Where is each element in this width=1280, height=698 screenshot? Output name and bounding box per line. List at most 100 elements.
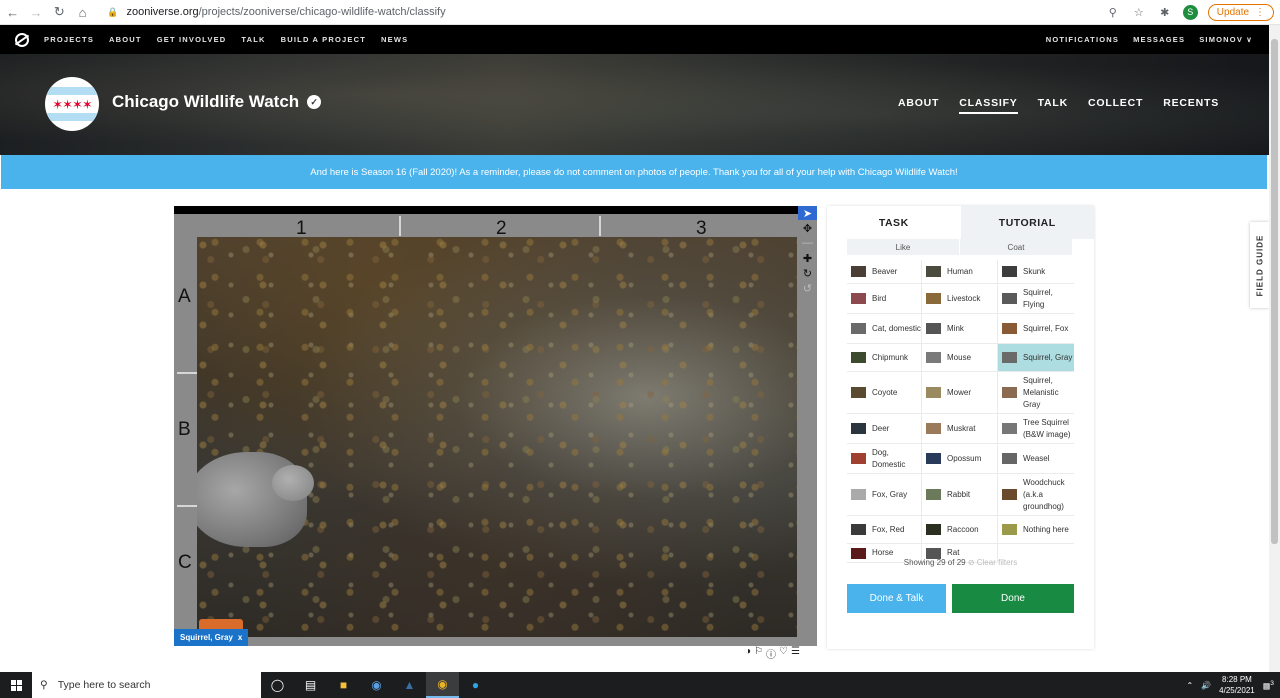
species-option[interactable]: Woodchuck (a.k.a groundhog) [998,474,1074,516]
page-scrollbar[interactable] [1269,25,1280,672]
nav-talk[interactable]: TALK [241,35,265,44]
nav-projects[interactable]: PROJECTS [44,35,94,44]
nav-notifications[interactable]: NOTIFICATIONS [1046,35,1119,44]
species-option[interactable]: Cat, domestic [847,314,922,344]
project-nav-about[interactable]: ABOUT [898,97,939,114]
home-icon[interactable]: ⌂ [72,1,93,23]
zoom-out-icon[interactable]: — [798,236,817,250]
project-nav-talk[interactable]: TALK [1038,97,1068,114]
species-option[interactable]: Mouse [922,344,998,372]
star-icon[interactable]: ☆ [1131,4,1147,20]
search-icon: ⚲ [40,679,48,691]
back-icon[interactable]: ← [2,1,23,23]
species-option[interactable]: Squirrel, Melanistic Gray [998,372,1074,414]
app-icon[interactable]: ◉ [360,672,393,698]
task-tabs: TASK TUTORIAL [827,206,1094,239]
invert-icon[interactable]: ◑ [745,646,751,661]
species-option[interactable]: Muskrat [922,414,998,444]
address-bar[interactable]: 🔒 zooniverse.org/projects/zooniverse/chi… [107,6,1105,18]
species-option[interactable]: Raccoon [922,516,998,544]
collect-icon[interactable]: ☰ [791,646,800,661]
species-option[interactable]: Deer [847,414,922,444]
species-option[interactable]: Coyote [847,372,922,414]
field-guide-tab[interactable]: FIELD GUIDE [1250,222,1269,308]
taskbar-search[interactable]: ⚲ Type here to search [32,672,261,698]
nav-news[interactable]: NEWS [381,35,408,44]
species-option[interactable]: Beaver [847,260,922,284]
species-option[interactable]: Dog, Domestic [847,444,922,474]
reset-icon[interactable]: ↺ [798,281,817,295]
nav-about[interactable]: ABOUT [109,35,142,44]
zoom-in-icon[interactable]: ✚ [798,251,817,265]
species-option[interactable]: Fox, Red [847,516,922,544]
profile-avatar[interactable]: S [1182,4,1198,20]
species-option[interactable]: Mower [922,372,998,414]
cortana-icon[interactable]: ◯ [261,672,294,698]
app-icon-2[interactable]: ▲ [393,672,426,698]
species-option[interactable]: Bird [847,284,922,314]
tab-tutorial[interactable]: TUTORIAL [960,206,1094,239]
species-thumbnail [926,453,941,464]
species-option[interactable]: Nothing here [998,516,1074,544]
filter-like[interactable]: Like [847,239,960,255]
species-option[interactable]: Squirrel, Fox [998,314,1074,344]
pointer-tool-icon[interactable]: ➤ [798,206,817,220]
file-explorer-icon[interactable]: ■ [327,672,360,698]
species-option[interactable]: Squirrel, Gray [998,344,1074,372]
nav-get-involved[interactable]: GET INVOLVED [157,35,227,44]
volume-icon[interactable]: 🔊 [1201,681,1211,690]
species-option[interactable]: Mink [922,314,998,344]
species-option[interactable]: Livestock [922,284,998,314]
lock-icon: 🔒 [107,6,119,17]
tag-close-icon[interactable]: x [238,633,242,642]
info-icon[interactable]: ⓘ [766,646,776,661]
done-and-talk-button[interactable]: Done & Talk [847,584,946,613]
scrollbar-thumb[interactable] [1271,39,1278,544]
species-option[interactable]: Squirrel, Flying [998,284,1074,314]
selected-species-tag[interactable]: Squirrel, Gray x [174,629,249,646]
update-button[interactable]: Update ⋮ [1207,3,1275,21]
nav-messages[interactable]: MESSAGES [1133,35,1185,44]
forward-icon[interactable]: → [25,1,46,23]
notifications-icon[interactable]: ▦3 [1263,680,1274,691]
species-option[interactable]: Fox, Gray [847,474,922,516]
chevron-up-icon[interactable]: ⌃ [1186,681,1193,690]
system-tray: ⌃ 🔊 8:28 PM 4/25/2021 ▦3 [1186,674,1274,696]
species-option[interactable]: Skunk [998,260,1074,284]
species-thumbnail [1002,453,1017,464]
tab-task[interactable]: TASK [827,206,961,239]
rotate-icon[interactable]: ↻ [798,266,817,280]
extensions-icon[interactable]: ✱ [1157,4,1173,20]
species-option[interactable]: Weasel [998,444,1074,474]
species-option[interactable]: Human [922,260,998,284]
project-nav-collect[interactable]: COLLECT [1088,97,1143,114]
done-button[interactable]: Done [952,584,1074,613]
flag-stripe-bottom [45,113,99,121]
species-option[interactable]: Opossum [922,444,998,474]
clear-filters-link[interactable]: ⊘ Clear filters [968,558,1017,567]
subject-meta-tools: ◑ ⚐ ⓘ ♡ ☰ [745,646,800,661]
key-icon[interactable]: ⚲ [1105,4,1121,20]
start-button[interactable] [0,672,32,698]
clock[interactable]: 8:28 PM 4/25/2021 [1219,674,1255,696]
move-tool-icon[interactable]: ✥ [798,221,817,235]
reload-icon[interactable]: ↻ [49,1,70,23]
chrome-icon[interactable]: ◉ [426,672,459,698]
species-option[interactable]: Chipmunk [847,344,922,372]
filter-coat[interactable]: Coat [960,239,1073,255]
edge-icon[interactable]: ● [459,672,492,698]
flag-icon[interactable]: ⚐ [754,646,763,661]
project-nav-recents[interactable]: RECENTS [1163,97,1219,114]
task-view-icon[interactable]: ▤ [294,672,327,698]
user-menu[interactable]: SIMONOV ∨ [1199,35,1253,44]
subject-image[interactable] [197,237,797,637]
favorite-icon[interactable]: ♡ [779,646,788,661]
project-title[interactable]: Chicago Wildlife Watch ✓ [112,92,322,112]
nav-build-project[interactable]: BUILD A PROJECT [281,35,366,44]
zooniverse-logo-icon[interactable] [15,32,29,47]
species-option[interactable]: Tree Squirrel (B&W image) [998,414,1074,444]
project-nav-classify[interactable]: CLASSIFY [959,97,1018,114]
species-option[interactable]: Rabbit [922,474,998,516]
project-avatar[interactable]: ✶✶✶✶ [45,77,99,131]
species-label: Weasel [1023,453,1050,463]
